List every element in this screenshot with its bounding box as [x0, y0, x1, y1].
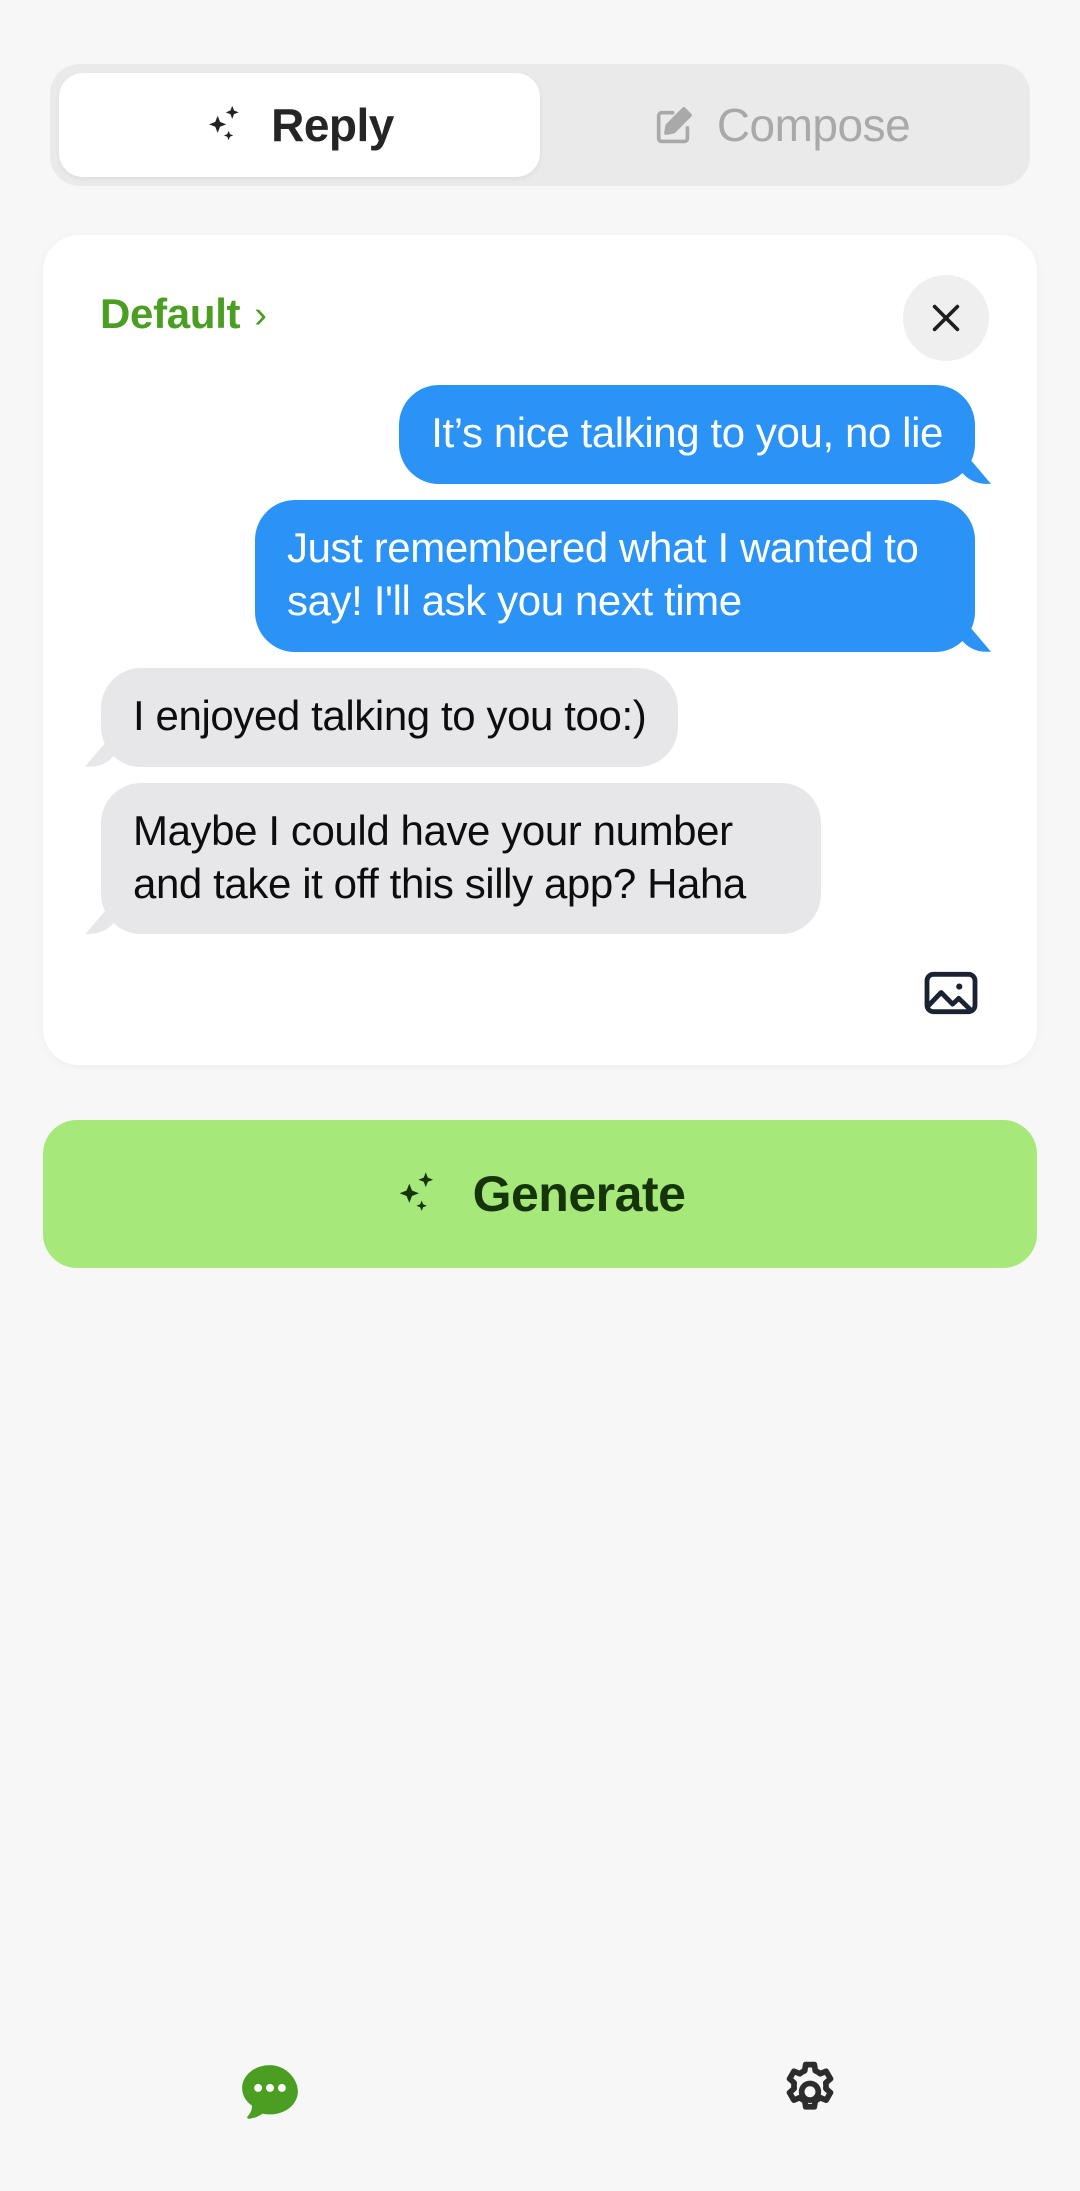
- nav-item-chat[interactable]: [0, 2038, 540, 2148]
- tab-compose-label: Compose: [716, 99, 911, 151]
- generate-button[interactable]: Generate: [43, 1120, 1037, 1268]
- tab-reply-label: Reply: [271, 99, 394, 151]
- mode-tab-bar: Reply Compose: [50, 64, 1030, 186]
- tab-compose[interactable]: Compose: [540, 73, 1021, 177]
- pencil-square-icon: [651, 102, 697, 148]
- card-header: Default ›: [43, 235, 1037, 375]
- outgoing-message-bubble[interactable]: It’s nice talking to you, no lie: [399, 385, 975, 484]
- nav-item-settings[interactable]: [540, 2038, 1080, 2148]
- generate-label: Generate: [472, 1166, 686, 1222]
- preset-label: Default: [100, 290, 241, 337]
- image-icon: [919, 961, 983, 1025]
- tab-reply[interactable]: Reply: [59, 73, 540, 177]
- conversation-card: Default › It’s nice talking to you, no l…: [43, 235, 1037, 1065]
- bottom-navigation: [0, 2006, 1080, 2191]
- chat-bubble-dots-icon: [232, 2055, 308, 2131]
- gear-icon: [773, 2056, 847, 2130]
- app-root: Reply Compose Default › It’s nice talkin…: [0, 0, 1080, 2191]
- message-row: Maybe I could have your number and take …: [79, 782, 997, 951]
- incoming-message-bubble[interactable]: Maybe I could have your number and take …: [101, 782, 821, 935]
- message-list: It’s nice talking to you, no lie Just re…: [43, 385, 1037, 950]
- message-row: Just remembered what I wanted to say! I'…: [79, 499, 997, 668]
- sparkles-icon: [395, 1168, 447, 1220]
- chevron-right-icon: ›: [254, 294, 267, 336]
- message-row: It’s nice talking to you, no lie: [79, 385, 997, 500]
- close-button[interactable]: [903, 275, 989, 361]
- outgoing-message-bubble[interactable]: Just remembered what I wanted to say! I'…: [255, 499, 975, 652]
- close-icon: [925, 297, 967, 339]
- sparkles-icon: [205, 102, 251, 148]
- incoming-message-bubble[interactable]: I enjoyed talking to you too:): [101, 667, 679, 767]
- attach-image-button[interactable]: [909, 951, 993, 1035]
- preset-selector[interactable]: Default ›: [100, 290, 267, 338]
- message-row: I enjoyed talking to you too:): [79, 667, 997, 783]
